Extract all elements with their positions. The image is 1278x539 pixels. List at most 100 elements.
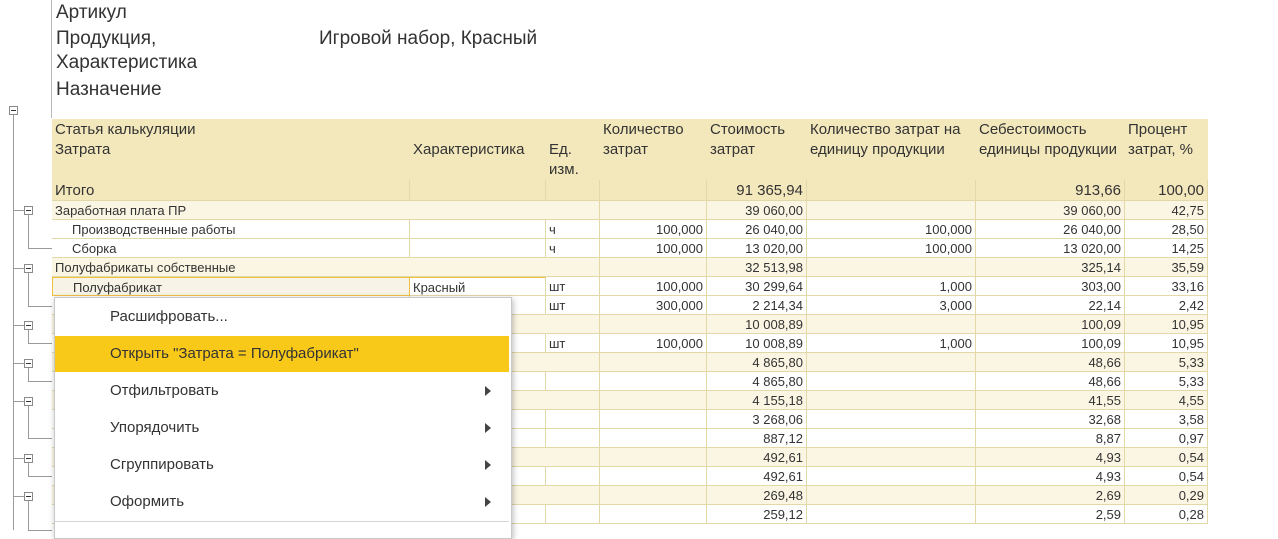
qty-cell[interactable]: 100,000 xyxy=(600,239,707,258)
qty-per-unit-cell[interactable] xyxy=(807,372,976,391)
qty-cell[interactable] xyxy=(600,353,707,372)
amount-cell[interactable]: 3 268,06 xyxy=(707,410,807,429)
qty-per-unit-cell[interactable] xyxy=(807,391,976,410)
cost-name-cell[interactable]: Итого xyxy=(52,180,410,201)
menu-item[interactable]: Сгруппировать xyxy=(55,447,509,483)
qty-per-unit-cell[interactable]: 100,000 xyxy=(807,239,976,258)
group-name-cell[interactable]: Полуфабрикаты собственные xyxy=(52,258,600,277)
column-header-qty[interactable]: Количество затрат xyxy=(600,119,707,180)
qty-per-unit-cell[interactable] xyxy=(807,429,976,448)
qty-cell[interactable]: 100,000 xyxy=(600,220,707,239)
unit-cell[interactable] xyxy=(546,180,600,201)
amount-cell[interactable]: 269,48 xyxy=(707,486,807,505)
amount-cell[interactable]: 13 020,00 xyxy=(707,239,807,258)
collapse-toggle-icon[interactable] xyxy=(24,321,33,330)
qty-per-unit-cell[interactable] xyxy=(807,467,976,486)
percent-cell[interactable]: 0,54 xyxy=(1125,448,1208,467)
qty-per-unit-cell[interactable] xyxy=(807,315,976,334)
amount-cell[interactable]: 4 865,80 xyxy=(707,372,807,391)
characteristic-cell[interactable] xyxy=(410,180,546,201)
unit-cell[interactable]: ч xyxy=(546,239,600,258)
collapse-toggle-icon[interactable] xyxy=(24,397,33,406)
percent-cell[interactable]: 42,75 xyxy=(1125,201,1208,220)
qty-per-unit-cell[interactable] xyxy=(807,201,976,220)
percent-cell[interactable]: 28,50 xyxy=(1125,220,1208,239)
unit-cost-cell[interactable]: 39 060,00 xyxy=(976,201,1125,220)
percent-cell[interactable]: 2,42 xyxy=(1125,296,1208,315)
product-value[interactable]: Игровой набор, Красный xyxy=(319,28,537,50)
column-header-item[interactable]: Статья калькуляции xyxy=(52,119,600,139)
unit-cost-cell[interactable]: 100,09 xyxy=(976,334,1125,353)
column-header-qty-per-unit[interactable]: Количество затрат на единицу продукции xyxy=(807,119,976,180)
percent-cell[interactable]: 0,54 xyxy=(1125,467,1208,486)
amount-cell[interactable]: 2 214,34 xyxy=(707,296,807,315)
percent-cell[interactable]: 14,25 xyxy=(1125,239,1208,258)
unit-cell[interactable] xyxy=(546,467,600,486)
percent-cell[interactable]: 5,33 xyxy=(1125,372,1208,391)
amount-cell[interactable]: 91 365,94 xyxy=(707,180,807,201)
qty-cell[interactable] xyxy=(600,505,707,524)
menu-item[interactable]: Оформить xyxy=(55,484,509,520)
group-name-cell[interactable]: Заработная плата ПР xyxy=(52,201,600,220)
amount-cell[interactable]: 39 060,00 xyxy=(707,201,807,220)
amount-cell[interactable]: 259,12 xyxy=(707,505,807,524)
percent-cell[interactable]: 0,28 xyxy=(1125,505,1208,524)
characteristic-cell[interactable] xyxy=(410,239,546,258)
unit-cell[interactable] xyxy=(546,505,600,524)
percent-cell[interactable]: 3,58 xyxy=(1125,410,1208,429)
menu-item[interactable]: Упорядочить xyxy=(55,410,509,446)
amount-cell[interactable]: 10 008,89 xyxy=(707,334,807,353)
qty-cell[interactable] xyxy=(600,201,707,220)
qty-per-unit-cell[interactable]: 1,000 xyxy=(807,334,976,353)
collapse-toggle-icon[interactable] xyxy=(24,206,33,215)
qty-cell[interactable] xyxy=(600,258,707,277)
qty-cell[interactable]: 100,000 xyxy=(600,334,707,353)
qty-cell[interactable] xyxy=(600,391,707,410)
qty-cell[interactable] xyxy=(600,467,707,486)
percent-cell[interactable]: 0,29 xyxy=(1125,486,1208,505)
unit-cost-cell[interactable]: 4,93 xyxy=(976,448,1125,467)
percent-cell[interactable]: 5,33 xyxy=(1125,353,1208,372)
column-header-unit[interactable]: Ед. изм. xyxy=(546,139,600,180)
unit-cost-cell[interactable]: 22,14 xyxy=(976,296,1125,315)
qty-cell[interactable] xyxy=(600,180,707,201)
qty-cell[interactable] xyxy=(600,410,707,429)
column-header-percent[interactable]: Процент затрат, % xyxy=(1125,119,1208,180)
unit-cost-cell[interactable]: 48,66 xyxy=(976,353,1125,372)
menu-item[interactable]: Расшифровать... xyxy=(55,299,509,335)
unit-cost-cell[interactable]: 2,59 xyxy=(976,505,1125,524)
unit-cell[interactable]: ч xyxy=(546,220,600,239)
qty-per-unit-cell[interactable] xyxy=(807,180,976,201)
menu-item[interactable]: Открыть "Затрата = Полуфабрикат" xyxy=(55,336,509,372)
unit-cell[interactable] xyxy=(546,410,600,429)
unit-cost-cell[interactable]: 4,93 xyxy=(976,467,1125,486)
unit-cell[interactable]: шт xyxy=(546,334,600,353)
amount-cell[interactable]: 26 040,00 xyxy=(707,220,807,239)
qty-per-unit-cell[interactable]: 100,000 xyxy=(807,220,976,239)
collapse-toggle-icon[interactable] xyxy=(24,264,33,273)
qty-cell[interactable] xyxy=(600,372,707,391)
qty-per-unit-cell[interactable] xyxy=(807,353,976,372)
qty-per-unit-cell[interactable] xyxy=(807,410,976,429)
amount-cell[interactable]: 32 513,98 xyxy=(707,258,807,277)
amount-cell[interactable]: 492,61 xyxy=(707,467,807,486)
collapse-toggle-icon[interactable] xyxy=(24,492,33,501)
qty-cell[interactable] xyxy=(600,429,707,448)
qty-cell[interactable] xyxy=(600,448,707,467)
collapse-toggle-icon[interactable] xyxy=(24,454,33,463)
unit-cost-cell[interactable]: 26 040,00 xyxy=(976,220,1125,239)
unit-cost-cell[interactable]: 100,09 xyxy=(976,315,1125,334)
cost-name-cell[interactable]: Сборка xyxy=(52,239,410,258)
unit-cost-cell[interactable]: 8,87 xyxy=(976,429,1125,448)
characteristic-cell[interactable]: Красный xyxy=(410,277,546,296)
column-header-cost[interactable]: Затрата xyxy=(52,139,410,180)
percent-cell[interactable]: 100,00 xyxy=(1125,180,1208,201)
unit-cost-cell[interactable]: 303,00 xyxy=(976,277,1125,296)
qty-per-unit-cell[interactable] xyxy=(807,258,976,277)
column-header-unit-cost[interactable]: Себестоимость единицы продукции xyxy=(976,119,1125,180)
qty-per-unit-cell[interactable] xyxy=(807,448,976,467)
qty-per-unit-cell[interactable] xyxy=(807,505,976,524)
amount-cell[interactable]: 492,61 xyxy=(707,448,807,467)
unit-cell[interactable]: шт xyxy=(546,277,600,296)
column-header-characteristic[interactable]: Характеристика xyxy=(410,139,546,180)
